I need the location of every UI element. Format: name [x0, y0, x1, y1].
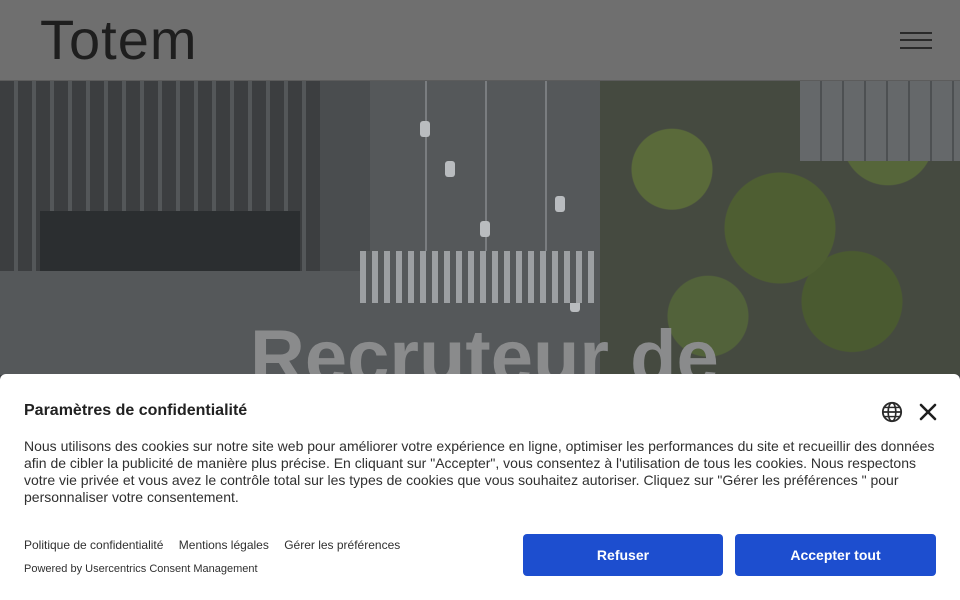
site-header: Totem [0, 0, 960, 81]
totem-logo[interactable]: Totem [40, 12, 198, 68]
car [555, 196, 565, 212]
car [480, 221, 490, 237]
powered-by-text: Powered by Usercentrics Consent Manageme… [24, 563, 258, 575]
hero-aerial-image: Recruteur de [0, 81, 960, 375]
car [420, 121, 430, 137]
legal-notice-link[interactable]: Mentions légales [179, 538, 269, 552]
menu-line [900, 39, 932, 41]
hero-title: Recruteur de [250, 315, 719, 375]
menu-line [900, 47, 932, 49]
menu-line [900, 32, 932, 34]
close-icon[interactable] [918, 402, 938, 422]
refuse-button[interactable]: Refuser [523, 534, 723, 576]
hamburger-menu-icon[interactable] [900, 30, 932, 50]
parking-lot [800, 81, 960, 161]
crosswalk [360, 251, 600, 303]
consent-description: Nous utilisons des cookies sur notre sit… [24, 438, 935, 505]
cookie-consent-banner: Paramètres de confidentialité Nous utili… [0, 374, 960, 600]
globe-icon[interactable] [881, 401, 903, 423]
consent-links: Politique de confidentialité Mentions lé… [24, 538, 412, 552]
lane-marking [545, 81, 547, 251]
accept-all-button[interactable]: Accepter tout [735, 534, 936, 576]
consent-title: Paramètres de confidentialité [24, 402, 248, 419]
car [445, 161, 455, 177]
manage-preferences-link[interactable]: Gérer les préférences [284, 538, 400, 552]
building-shadow [40, 211, 300, 271]
lane-marking [425, 81, 427, 251]
privacy-policy-link[interactable]: Politique de confidentialité [24, 538, 163, 552]
